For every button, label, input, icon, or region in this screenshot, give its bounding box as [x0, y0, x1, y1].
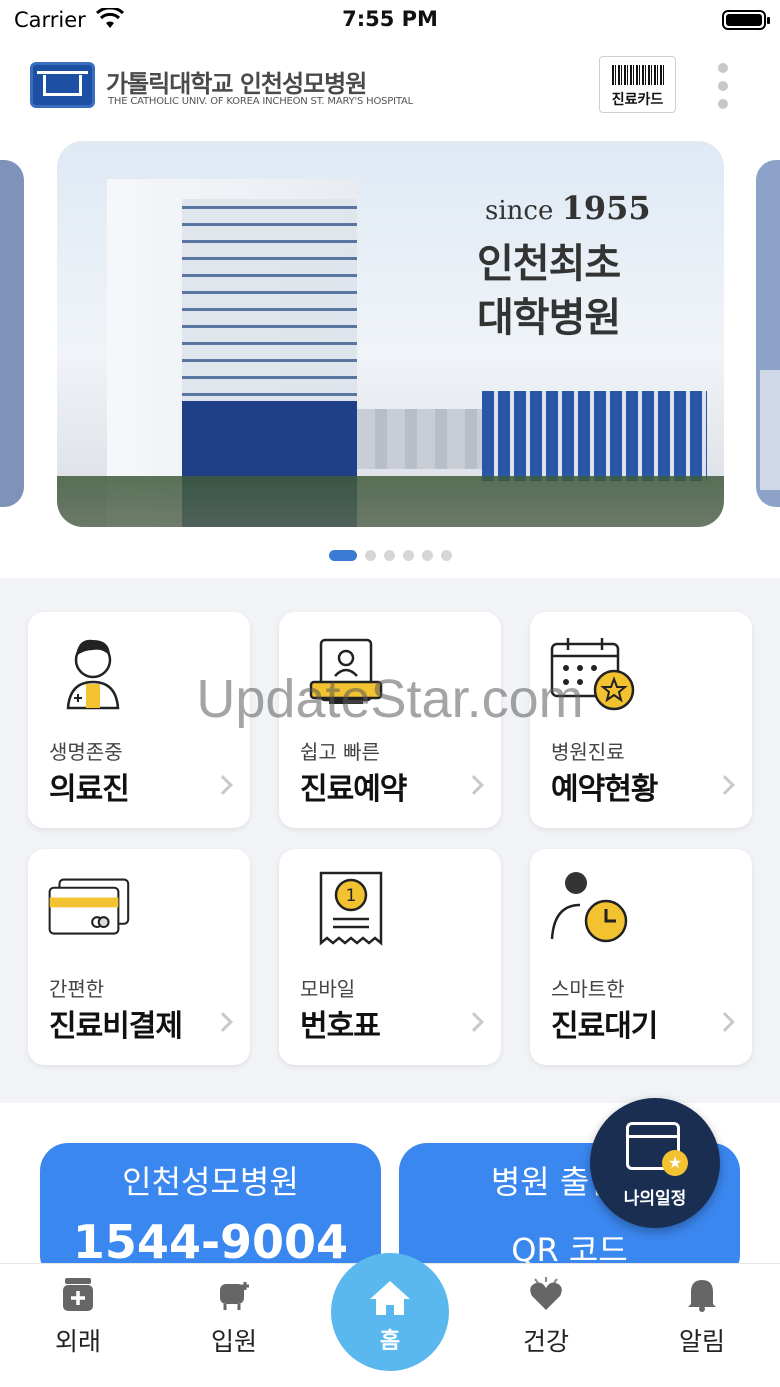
watermark: UpdateStar.com [196, 669, 584, 729]
home-icon [370, 1281, 410, 1315]
star-icon: ★ [662, 1150, 688, 1176]
svg-text:1: 1 [346, 886, 357, 906]
bell-icon [688, 1280, 716, 1312]
banner-slide[interactable]: since 1955 인천최초 대학병원 [57, 141, 724, 527]
carousel-dot-active [329, 550, 357, 561]
menu-card-sub: 모바일 [300, 977, 356, 1001]
my-schedule-label: 나의일정 [623, 1189, 687, 1209]
tab-label: 외래 [54, 1327, 101, 1356]
chevron-right-icon [715, 1012, 735, 1032]
hospital-name[interactable]: 가톨릭대학교 인천성모병원 [106, 64, 367, 99]
tab-label: 홈 [379, 1329, 401, 1354]
carousel-indicator[interactable] [329, 545, 460, 561]
tab-notifications[interactable]: 알림 [624, 1264, 780, 1387]
chevron-right-icon [464, 1012, 484, 1032]
tab-outpatient[interactable]: 외래 [0, 1264, 156, 1387]
menu-card-waiting[interactable]: 스마트한 진료대기 [530, 849, 752, 1065]
inpatient-icon [220, 1282, 249, 1310]
carousel-dot [403, 550, 414, 561]
battery-icon [722, 10, 770, 30]
menu-card-sub: 간편한 [49, 977, 105, 1001]
menu-card-title: 진료대기 [551, 1009, 658, 1044]
menu-card-title: 번호표 [300, 1009, 381, 1044]
menu-card-sub: 쉽고 빠른 [300, 740, 380, 764]
tab-label: 알림 [678, 1327, 725, 1356]
barcode-icon [612, 65, 665, 85]
menu-card-sub: 생명존중 [49, 740, 123, 764]
chevron-right-icon [213, 775, 233, 795]
tab-label: 입원 [210, 1327, 257, 1356]
status-bar: Carrier 7:55 PM [0, 0, 780, 42]
menu-card-title: 진료비결제 [49, 1009, 183, 1044]
chevron-right-icon [715, 775, 735, 795]
tab-inpatient[interactable]: 입원 [156, 1264, 312, 1387]
tab-label: 건강 [522, 1327, 569, 1356]
hospital-logo-icon[interactable] [30, 62, 95, 108]
health-heart-icon [530, 1277, 562, 1310]
credit-card-icon [48, 878, 130, 935]
waiting-clock-icon [550, 872, 628, 943]
patient-card-button[interactable]: 진료카드 [599, 56, 676, 113]
banner-since: since 1955 [485, 189, 651, 227]
phone-number: 1544-9004 [72, 1215, 349, 1269]
previous-slide-peek[interactable] [0, 160, 24, 507]
menu-card-title: 진료예약 [300, 772, 407, 807]
menu-card-payment[interactable]: 간편한 진료비결제 [28, 849, 250, 1065]
menu-card-title: 의료진 [49, 772, 130, 807]
clock: 7:55 PM [342, 7, 438, 31]
menu-card-sub: 병원진료 [551, 740, 625, 764]
carousel-dot [384, 550, 395, 561]
menu-card-number-ticket[interactable]: 1 모바일 번호표 [279, 849, 501, 1065]
call-hospital-button[interactable]: 인천성모병원 1544-9004 [40, 1143, 381, 1283]
my-schedule-button[interactable]: ★ 나의일정 [590, 1098, 720, 1228]
patient-card-label: 진료카드 [611, 92, 664, 108]
carousel-dot [422, 550, 433, 561]
banner-headline: 인천최초 대학병원 [477, 241, 621, 341]
call-hospital-title: 인천성모병원 [122, 1163, 299, 1201]
more-menu-icon[interactable] [712, 60, 734, 110]
chevron-right-icon [213, 1012, 233, 1032]
tab-health[interactable]: 건강 [468, 1264, 624, 1387]
hospital-name-en: THE CATHOLIC UNIV. OF KOREA INCHEON ST. … [108, 96, 414, 107]
ticket-number-icon: 1 [319, 871, 383, 946]
next-slide-peek[interactable] [756, 160, 780, 507]
outpatient-icon [63, 1278, 93, 1311]
carousel-dot [441, 550, 452, 561]
menu-card-sub: 스마트한 [551, 977, 625, 1001]
tab-home[interactable]: 홈 [331, 1253, 449, 1371]
menu-card-title: 예약현황 [551, 772, 658, 807]
app-header: 가톨릭대학교 인천성모병원 THE CATHOLIC UNIV. OF KORE… [0, 50, 780, 130]
carousel-dot [365, 550, 376, 561]
chevron-right-icon [464, 775, 484, 795]
